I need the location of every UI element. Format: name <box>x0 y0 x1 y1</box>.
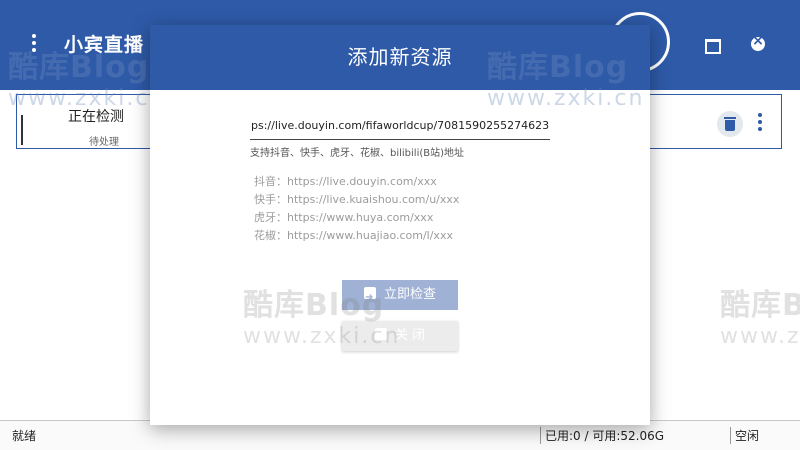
maximize-icon[interactable] <box>703 36 721 54</box>
menu-icon[interactable] <box>22 32 46 56</box>
example-kuaishou: 快手：https://live.kuaishou.com/u/xxx <box>254 193 460 206</box>
example-huya: 虎牙：https://www.huya.com/xxx <box>254 211 434 224</box>
close-box-icon <box>374 328 387 340</box>
close-dialog-label: 关 闭 <box>394 328 426 343</box>
dialog-title: 添加新资源 <box>150 25 650 90</box>
close-icon[interactable] <box>750 33 766 52</box>
check-now-button[interactable]: 立即检查 <box>342 280 458 313</box>
example-douyin: 抖音：https://live.douyin.com/xxx <box>254 175 437 188</box>
check-now-label: 立即检查 <box>383 287 436 302</box>
task-sub-status: 待处理 <box>89 137 119 148</box>
thumbnail <box>21 115 51 145</box>
arrow-right-icon <box>363 283 376 313</box>
delete-icon[interactable] <box>717 111 743 137</box>
example-list: 抖音：https://live.douyin.com/xxx 快手：https:… <box>254 173 459 245</box>
status-ready: 就绪 <box>12 429 37 443</box>
more-icon[interactable] <box>756 112 764 132</box>
task-status: 正在检测 <box>68 109 124 125</box>
example-huajiao: 花椒：https://www.huajiao.com/l/xxx <box>254 229 453 242</box>
app-title: 小宾直播 <box>64 34 145 56</box>
status-disk-usage: 已用:0 / 可用:52.06G <box>540 427 664 444</box>
url-input[interactable] <box>250 112 550 140</box>
hint-text: 支持抖音、快手、虎牙、花椒、bilibili(B站)地址 <box>250 148 465 159</box>
add-resource-dialog: 添加新资源 支持抖音、快手、虎牙、花椒、bilibili(B站)地址 抖音：ht… <box>150 25 650 425</box>
status-state: 空闲 <box>730 427 759 444</box>
close-dialog-button[interactable]: 关 闭 <box>342 321 458 351</box>
